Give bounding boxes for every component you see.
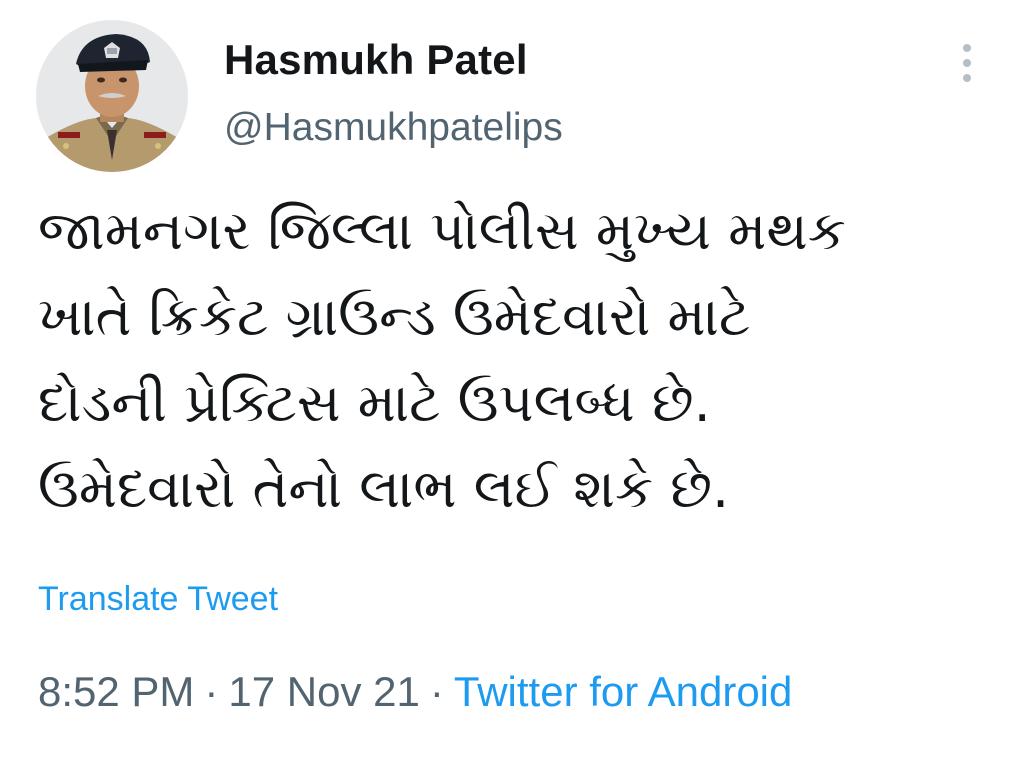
tweet-date[interactable]: 17 Nov 21 <box>228 668 419 715</box>
tweet-time[interactable]: 8:52 PM <box>38 668 194 715</box>
tweet-text: જામનગર જિલ્લા પોલીસ મુખ્ય મથક ખાતે ક્રિક… <box>38 188 998 532</box>
avatar[interactable] <box>36 20 188 172</box>
tweet-source-link[interactable]: Twitter for Android <box>454 668 792 715</box>
meta-separator: · <box>204 668 219 715</box>
translate-tweet-link[interactable]: Translate Tweet <box>38 580 278 619</box>
tweet-card: Hasmukh Patel @Hasmukhpatelips જામનગર જિ… <box>0 0 1024 759</box>
more-options-dot <box>963 59 971 67</box>
meta-separator: · <box>429 668 444 715</box>
more-options-dot <box>963 74 971 82</box>
tweet-text-line: દોડની પ્રેક્ટિસ માટે ઉપલબ્ધ છે. <box>38 371 711 434</box>
police-officer-avatar-icon <box>36 20 188 172</box>
author-handle[interactable]: @Hasmukhpatelips <box>224 106 563 150</box>
tweet-text-line: ઉમેદવારો તેનો લાભ લઈ શકે છે. <box>38 457 730 520</box>
author-display-name[interactable]: Hasmukh Patel <box>224 36 528 84</box>
more-options-button[interactable] <box>950 38 984 88</box>
tweet-meta: 8:52 PM · 17 Nov 21 · Twitter for Android <box>38 668 792 716</box>
more-options-icon <box>963 44 971 52</box>
tweet-text-line: જામનગર જિલ્લા પોલીસ મુખ્ય મથક <box>38 199 846 262</box>
tweet-text-line: ખાતે ક્રિકેટ ગ્રાઉન્ડ ઉમેદવારો માટે <box>38 285 751 348</box>
